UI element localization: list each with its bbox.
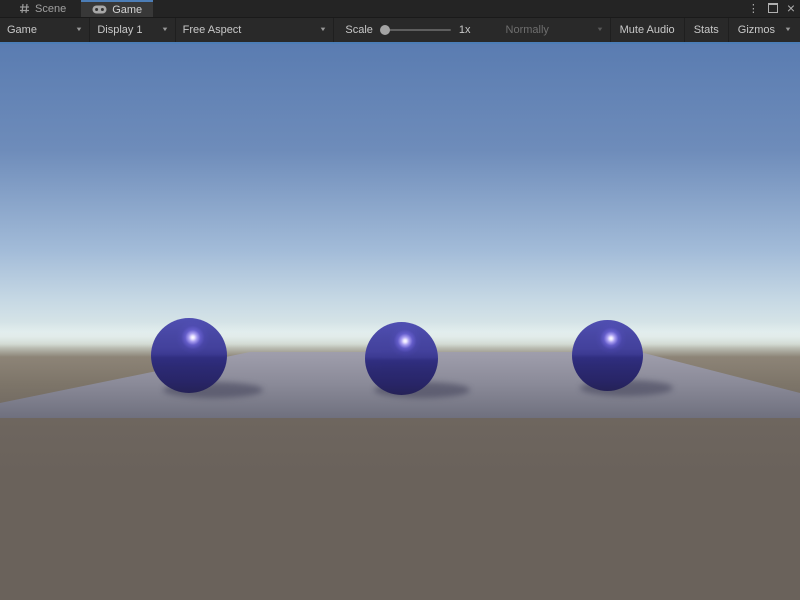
play-behavior-dropdown-label: Normally — [506, 24, 549, 36]
sphere-right — [572, 320, 643, 391]
tab-scene[interactable]: Scene — [8, 0, 77, 17]
aspect-ratio-dropdown-label: Free Aspect — [183, 24, 242, 36]
game-mode-dropdown[interactable]: Game ▼ — [0, 18, 90, 42]
sphere-center — [365, 322, 438, 395]
scale-slider[interactable] — [381, 24, 451, 36]
tab-game-label: Game — [112, 4, 142, 16]
gizmos-dropdown[interactable]: Gizmos ▼ — [728, 18, 800, 42]
maximize-icon[interactable] — [768, 0, 778, 18]
scale-slider-knob[interactable] — [380, 25, 390, 35]
chevron-down-icon: ▼ — [596, 27, 604, 33]
gamepad-icon — [92, 5, 107, 14]
unity-game-view-window: Scene Game ⋮ × Game ▼ Display 1 ▼ — [0, 0, 800, 600]
tab-scene-label: Scene — [35, 3, 66, 15]
gizmos-label: Gizmos — [738, 24, 775, 36]
chevron-down-icon: ▼ — [75, 27, 83, 33]
aspect-ratio-dropdown[interactable]: Free Aspect ▼ — [176, 18, 335, 42]
scale-label: Scale — [345, 24, 373, 36]
chevron-down-icon: ▼ — [161, 27, 169, 33]
stats-label: Stats — [694, 24, 719, 36]
scale-value: 1x — [459, 24, 471, 36]
tab-game[interactable]: Game — [81, 0, 153, 17]
mute-audio-label: Mute Audio — [620, 24, 675, 36]
game-view-toolbar: Game ▼ Display 1 ▼ Free Aspect ▼ Scale 1… — [0, 18, 800, 42]
close-icon[interactable]: × — [787, 1, 795, 15]
chevron-down-icon: ▼ — [784, 27, 792, 33]
sphere-left — [151, 318, 227, 393]
chevron-down-icon: ▼ — [320, 27, 328, 33]
toolbar-right-group: Mute Audio Stats Gizmos ▼ — [610, 18, 800, 42]
window-controls: ⋮ × — [748, 0, 795, 18]
menu-icon[interactable]: ⋮ — [748, 4, 759, 15]
scale-slider-track[interactable] — [381, 29, 451, 31]
game-mode-dropdown-label: Game — [7, 24, 37, 36]
stats-button[interactable]: Stats — [684, 18, 728, 42]
display-dropdown[interactable]: Display 1 ▼ — [90, 18, 175, 42]
game-viewport[interactable] — [0, 44, 800, 600]
display-dropdown-label: Display 1 — [97, 24, 142, 36]
tab-bar: Scene Game ⋮ × — [0, 0, 800, 18]
grid-icon — [19, 3, 30, 14]
scale-control: Scale 1x — [345, 24, 470, 36]
mute-audio-button[interactable]: Mute Audio — [610, 18, 684, 42]
play-behavior-dropdown[interactable]: Normally ▼ — [499, 18, 610, 42]
